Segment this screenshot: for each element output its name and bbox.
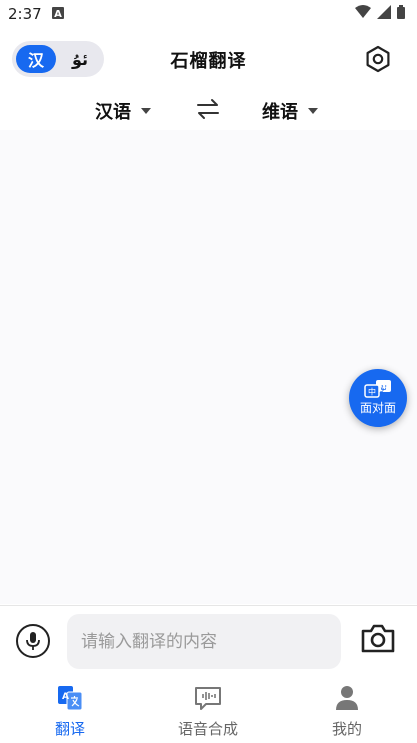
translate-icon: A (58, 686, 83, 711)
status-time: 2:37 (8, 5, 42, 23)
tab-mine-label: 我的 (331, 720, 362, 738)
swap-languages-button[interactable] (196, 98, 220, 124)
swap-icon (197, 99, 219, 119)
voice-input-button[interactable] (16, 624, 50, 658)
battery-icon (397, 5, 405, 23)
fab-badge-cn: 中 (368, 387, 376, 397)
target-language-select[interactable]: 维语 (262, 98, 318, 124)
caret-down-icon (308, 108, 318, 114)
settings-button[interactable] (363, 44, 393, 74)
tab-mine[interactable]: 我的 (292, 684, 402, 739)
tab-translate-label: 翻译 (54, 720, 85, 738)
translation-output-area (0, 130, 417, 604)
microphone-icon (26, 632, 40, 650)
status-bar: 2:37 A (0, 0, 417, 28)
input-bar (0, 605, 417, 678)
translation-input[interactable] (67, 614, 341, 669)
user-icon (336, 686, 358, 710)
caret-down-icon (141, 108, 151, 114)
source-language-select[interactable]: 汉语 (95, 98, 151, 124)
signal-icon (377, 5, 391, 23)
notification-a-icon: A (51, 5, 64, 23)
language-selector-bar: 汉语 维语 (0, 92, 417, 130)
tab-translate[interactable]: A 翻译 (15, 684, 125, 739)
camera-icon (361, 624, 395, 653)
fab-label: 面对面 (359, 401, 396, 415)
tab-speech-synthesis[interactable]: 语音合成 (153, 684, 263, 739)
gear-icon (366, 45, 390, 73)
source-language-label: 汉语 (95, 102, 131, 123)
fab-badge-ug: ئۇ (379, 383, 386, 392)
face-to-face-button[interactable]: ئۇ 中 面对面 (349, 369, 407, 427)
svg-text:A: A (62, 692, 69, 702)
svg-text:A: A (54, 9, 62, 19)
header: 汉 ئۇ 石榴翻译 (0, 38, 417, 82)
chat-bubbles-icon: ئۇ 中 (364, 380, 391, 398)
wifi-icon (355, 5, 371, 23)
page-title: 石榴翻译 (170, 51, 247, 72)
target-language-label: 维语 (262, 102, 298, 123)
camera-button[interactable] (360, 624, 396, 658)
tab-speech-synthesis-label: 语音合成 (177, 720, 238, 738)
voice-message-icon (195, 687, 221, 710)
bottom-tab-bar: A 翻译 语音合成 我的 (0, 678, 417, 743)
